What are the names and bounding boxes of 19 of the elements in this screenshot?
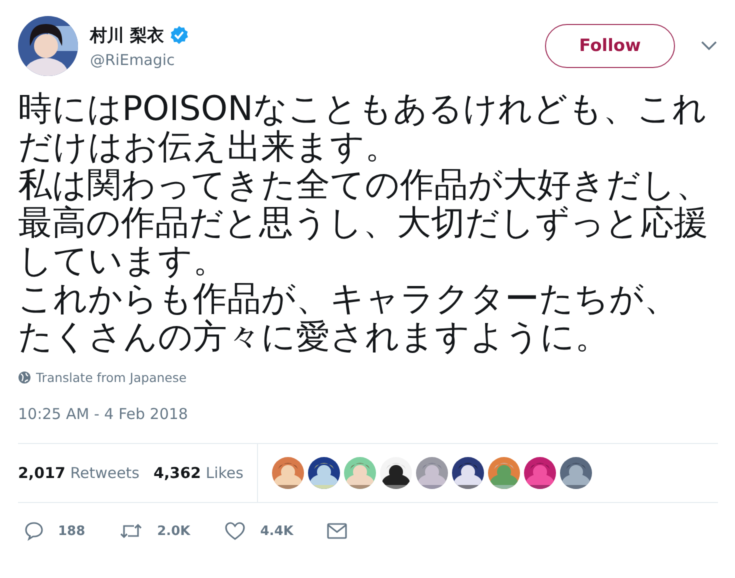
speech-bubble-icon[interactable]	[24, 521, 44, 541]
action-count: 2.0K	[157, 524, 190, 538]
envelope-icon[interactable]	[327, 523, 348, 539]
action-count: 4.4K	[260, 524, 294, 538]
tweet-timestamp[interactable]: 10:25 AM - 4 Feb 2018	[18, 405, 717, 433]
retweet-icon[interactable]	[119, 521, 144, 541]
tweet-text: これからも作品が、キャラクターたちが、たくさんの方々に愛されますように。	[18, 280, 679, 356]
stat-count[interactable]: 2,017 Retweets	[18, 464, 140, 482]
tweet-text: 私は関わってきた全ての作品が大好きだし、最高の作品だと思うし、大切だしずっと応援しています。	[18, 166, 710, 280]
globe-icon[interactable]	[18, 371, 31, 384]
caret-icon[interactable]	[701, 41, 717, 51]
translate-link[interactable]: Translate from Japanese	[36, 370, 187, 385]
action-count: 188	[58, 524, 86, 538]
follow-button[interactable]: Follow	[545, 24, 675, 68]
tweet-text: 時にはPOISONなこともあるけれども、これだけはお伝え出来ます。	[18, 90, 708, 166]
heart-icon[interactable]	[224, 521, 246, 541]
stat-count[interactable]: 4,362 Likes	[154, 464, 244, 482]
author-name[interactable]: 村川 梨衣	[90, 24, 164, 46]
author-handle[interactable]: @RiEmagic	[90, 50, 533, 68]
